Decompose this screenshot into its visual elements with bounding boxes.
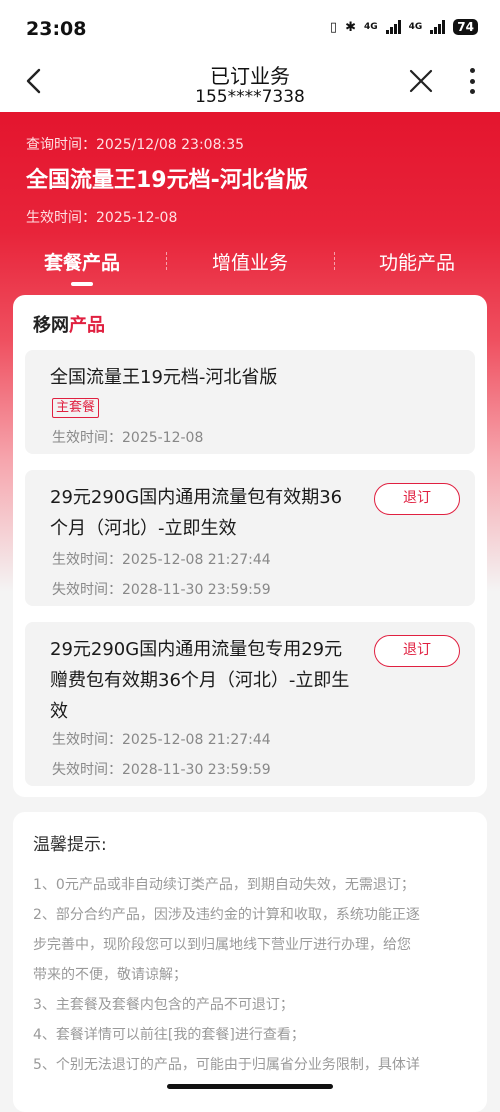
tips-title: 温馨提示: <box>33 835 107 855</box>
home-indicator[interactable] <box>167 1084 333 1089</box>
main-package-tag: 主套餐 <box>52 398 100 418</box>
tab-function-products[interactable]: 功能产品 <box>379 248 455 275</box>
tip-line: 带来的不便，敬请谅解； <box>33 967 187 983</box>
product-name: 29元290G国内通用流量包有效期36 个月（河北）-立即生效 <box>50 487 343 539</box>
close-icon[interactable] <box>408 68 434 94</box>
signal-icon-2 <box>430 20 446 34</box>
query-time: 查询时间：2025/12/08 23:08:35 <box>26 137 245 153</box>
product-effective-time: 生效时间：2025-12-08 <box>52 430 204 446</box>
tip-line: 1、0元产品或非自动续订类产品，到期自动失效，无需退订； <box>33 877 415 893</box>
tip-line: 步完善中，现阶段您可以到归属地线下营业厅进行办理，给您 <box>33 937 411 953</box>
tips-card: 温馨提示: 1、0元产品或非自动续订类产品，到期自动失效，无需退订； 2、部分合… <box>13 812 487 1112</box>
tip-line: 4、套餐详情可以前往[我的套餐]进行查看； <box>33 1027 305 1043</box>
tip-line: 2、部分合约产品，因涉及违约金的计算和收取，系统功能正逐 <box>33 907 420 923</box>
plan-name: 全国流量王19元档-河北省版 <box>26 168 308 193</box>
unsubscribe-button[interactable]: 退订 <box>374 635 460 667</box>
product-effective-time: 生效时间：2025-12-08 21:27:44 <box>52 732 271 748</box>
section-title: 移网产品 <box>33 315 105 336</box>
product-item-gift-package: 29元290G国内通用流量包专用29元 赠费包有效期36个月（河北）-立即生 效… <box>25 622 475 786</box>
plan-effective-time: 生效时间：2025-12-08 <box>26 210 178 226</box>
tab-bar: 套餐产品 增值业务 功能产品 <box>0 244 500 294</box>
tab-divider <box>166 252 167 270</box>
status-icons: ▯ ✱ 4G 4G 74 <box>330 19 478 35</box>
unsubscribe-button[interactable]: 退订 <box>374 483 460 515</box>
more-options-icon[interactable] <box>464 66 480 96</box>
product-item-flow-package: 29元290G国内通用流量包有效期36 个月（河北）-立即生效 退订 生效时间：… <box>25 470 475 606</box>
nav-bar: 已订业务 155****7338 <box>0 56 500 112</box>
battery-icon: 74 <box>453 19 478 35</box>
product-name: 全国流量王19元档-河北省版 <box>50 367 278 388</box>
top-bar: 23:08 ▯ ✱ 4G 4G 74 已订业务 155****7338 <box>0 0 500 112</box>
network-label-2: 4G <box>408 22 423 32</box>
status-time: 23:08 <box>26 18 87 40</box>
tab-package-products[interactable]: 套餐产品 <box>44 248 120 275</box>
product-expire-time: 失效时间：2028-11-30 23:59:59 <box>52 762 271 778</box>
network-label-1: 4G <box>363 22 378 32</box>
tip-line: 5、个别无法退订的产品，可能由于归属省分业务限制，具体详 <box>33 1057 420 1073</box>
active-tab-indicator <box>71 282 93 286</box>
vibrate-icon: ▯ <box>329 19 338 35</box>
signal-icon-1 <box>385 20 401 34</box>
tip-line: 3、主套餐及套餐内包含的产品不可退订； <box>33 997 294 1013</box>
tab-value-added[interactable]: 增值业务 <box>212 248 288 275</box>
tips-list: 1、0元产品或非自动续订类产品，到期自动失效，无需退订； 2、部分合约产品，因涉… <box>33 870 473 1080</box>
bluetooth-icon: ✱ <box>345 19 356 35</box>
product-item-main: 全国流量王19元档-河北省版 主套餐 生效时间：2025-12-08 <box>25 350 475 454</box>
product-expire-time: 失效时间：2028-11-30 23:59:59 <box>52 582 271 598</box>
status-bar: 23:08 ▯ ✱ 4G 4G 74 <box>0 0 500 56</box>
products-card: 移网产品 全国流量王19元档-河北省版 主套餐 生效时间：2025-12-08 … <box>13 295 487 797</box>
product-name: 29元290G国内通用流量包专用29元 赠费包有效期36个月（河北）-立即生 效 <box>50 639 350 722</box>
tab-divider <box>334 252 335 270</box>
product-effective-time: 生效时间：2025-12-08 21:27:44 <box>52 552 271 568</box>
